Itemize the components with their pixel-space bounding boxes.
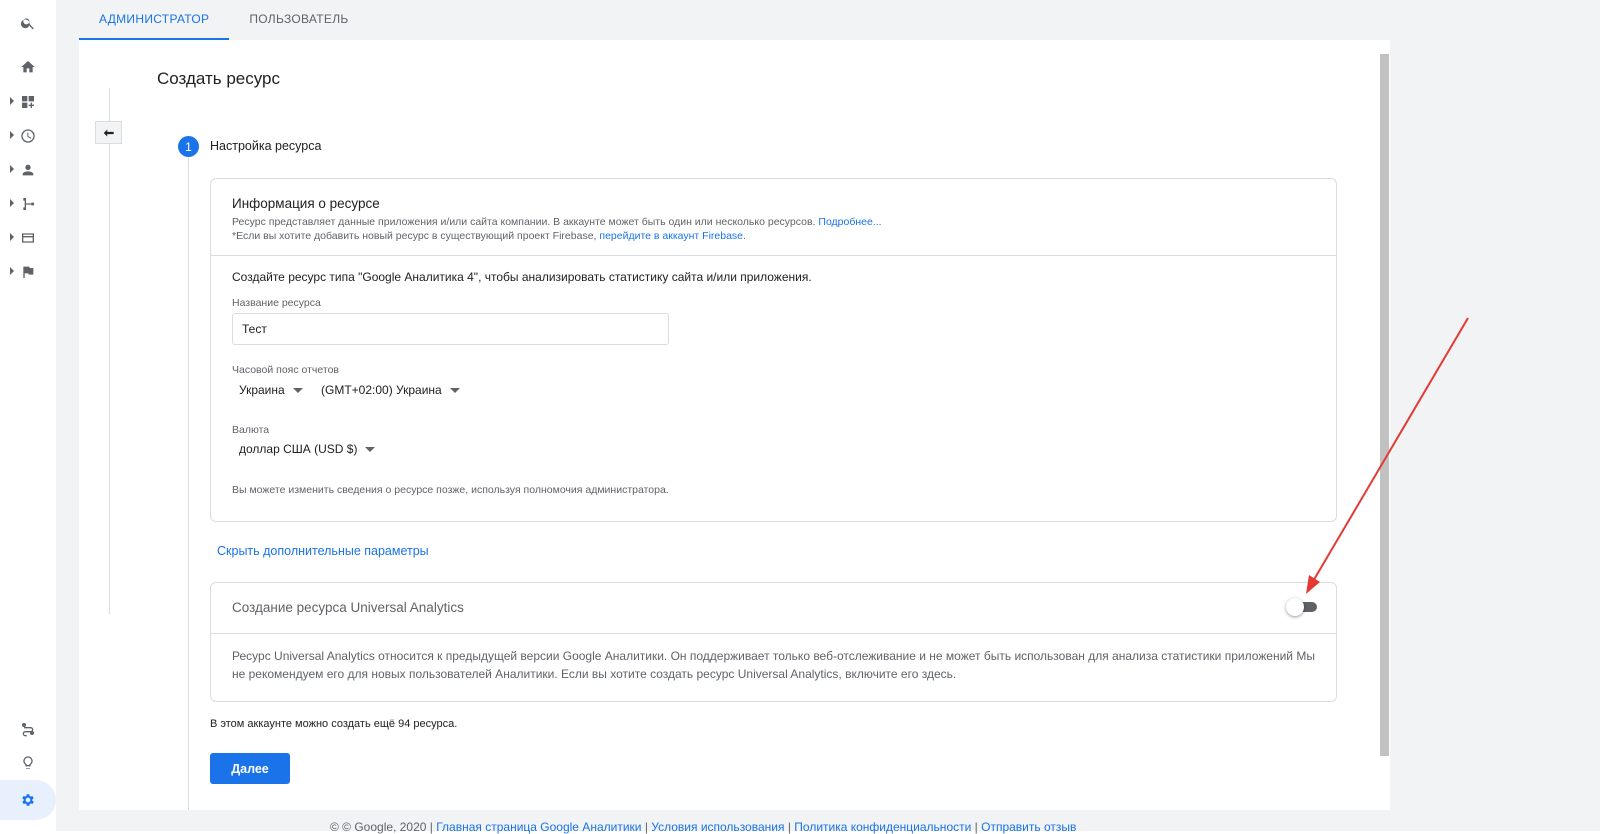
- display-icon[interactable]: [0, 221, 56, 255]
- ga4-intro-text: Создайте ресурс типа "Google Аналитика 4…: [232, 270, 812, 284]
- next-button[interactable]: Далее: [210, 753, 290, 784]
- footer: © © Google, 2020 | Главная страница Goog…: [330, 820, 1077, 834]
- property-info-body: Создайте ресурс типа "Google Аналитика 4…: [211, 256, 1336, 536]
- footer-link-terms[interactable]: Условия использования: [651, 820, 784, 834]
- timezone-label: Часовой пояс отчетов: [232, 364, 339, 376]
- universal-analytics-title: Создание ресурса Universal Analytics: [232, 600, 464, 615]
- step-number-badge: 1: [178, 136, 199, 157]
- window-edge: [1585, 707, 1600, 807]
- gear-icon[interactable]: [0, 780, 56, 820]
- timezone-select[interactable]: (GMT+02:00) Украина: [321, 383, 460, 397]
- universal-analytics-description: Ресурс Universal Analytics относится к п…: [232, 649, 1315, 681]
- person-icon[interactable]: [0, 153, 56, 187]
- edit-later-note: Вы можете изменить сведения о ресурсе по…: [232, 484, 669, 496]
- tab-user[interactable]: ПОЛЬЗОВАТЕЛЬ: [229, 0, 368, 38]
- toggle-knob: [1286, 598, 1304, 616]
- admin-tabs: АДМИНИСТРАТОР ПОЛЬЗОВАТЕЛЬ: [79, 0, 369, 40]
- dropdown-arrow-icon: [292, 387, 303, 393]
- universal-analytics-card: Создание ресурса Universal Analytics Рес…: [210, 582, 1337, 702]
- back-arrow-icon: [103, 129, 114, 136]
- expand-caret-icon: [10, 267, 14, 275]
- page-title: Создать ресурс: [157, 69, 281, 88]
- flag-icon[interactable]: [0, 255, 56, 289]
- footer-link-home[interactable]: Главная страница Google Аналитики: [436, 820, 641, 834]
- property-info-title: Информация о ресурсе: [232, 196, 380, 211]
- learn-more-link[interactable]: Подробнее...: [818, 216, 881, 228]
- dropdown-arrow-icon: [365, 446, 376, 452]
- clock-icon[interactable]: [0, 119, 56, 153]
- dropdown-arrow-icon: [449, 387, 460, 393]
- expand-caret-icon: [10, 233, 14, 241]
- left-nav-rail: [0, 0, 57, 831]
- universal-analytics-toggle[interactable]: [1286, 598, 1318, 616]
- home-icon[interactable]: [0, 50, 56, 84]
- firebase-account-link[interactable]: перейдите в аккаунт Firebase: [599, 230, 743, 242]
- flow-icon[interactable]: [0, 187, 56, 221]
- lightbulb-icon[interactable]: [0, 746, 56, 780]
- route-icon[interactable]: [0, 712, 56, 746]
- currency-select[interactable]: доллар США (USD $): [239, 442, 376, 456]
- property-info-header: Информация о ресурсе Ресурс представляет…: [211, 179, 1336, 256]
- expand-caret-icon: [10, 199, 14, 207]
- expand-caret-icon: [10, 131, 14, 139]
- property-name-label: Название ресурса: [232, 297, 321, 309]
- universal-analytics-header: Создание ресурса Universal Analytics: [211, 583, 1336, 634]
- property-info-card: Информация о ресурсе Ресурс представляет…: [210, 178, 1337, 522]
- hide-advanced-options-link[interactable]: Скрыть дополнительные параметры: [217, 544, 429, 558]
- property-name-input[interactable]: Тест: [232, 313, 669, 345]
- stepper-line: [188, 158, 189, 810]
- back-button[interactable]: [95, 121, 122, 144]
- panel-divider: [109, 88, 110, 614]
- step-label: Настройка ресурса: [210, 139, 322, 153]
- country-select[interactable]: Украина: [239, 383, 303, 397]
- firebase-hint: *Если вы хотите добавить новый ресурс в …: [232, 230, 746, 242]
- dashboard-icon[interactable]: [0, 85, 56, 119]
- panel-scrollbar[interactable]: [1380, 54, 1389, 756]
- search-icon[interactable]: [0, 6, 56, 40]
- expand-caret-icon: [10, 165, 14, 173]
- tab-administrator[interactable]: АДМИНИСТРАТОР: [79, 0, 230, 40]
- remaining-properties-text: В этом аккаунте можно создать ещё 94 рес…: [210, 718, 458, 730]
- expand-caret-icon: [10, 97, 14, 105]
- property-info-description: Ресурс представляет данные приложения и/…: [232, 216, 882, 228]
- footer-link-privacy[interactable]: Политика конфиденциальности: [794, 820, 971, 834]
- currency-label: Валюта: [232, 424, 270, 436]
- footer-link-feedback[interactable]: Отправить отзыв: [981, 820, 1076, 834]
